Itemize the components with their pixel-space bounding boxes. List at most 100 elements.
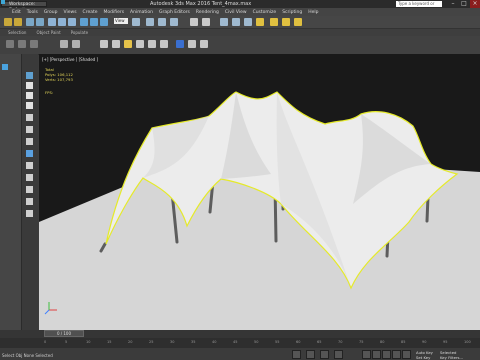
trackbar[interactable]	[0, 338, 480, 348]
menu-group[interactable]: Group	[44, 10, 58, 15]
scale-icon[interactable]	[100, 18, 108, 26]
go-to-end-icon[interactable]	[402, 350, 411, 359]
previous-frame-icon[interactable]	[372, 350, 381, 359]
go-to-start-icon[interactable]	[362, 350, 371, 359]
create-light-icon[interactable]	[72, 40, 80, 48]
fps-readout: FPS:	[45, 90, 54, 95]
link-icon[interactable]	[26, 18, 34, 26]
unlink-icon[interactable]	[36, 18, 44, 26]
menu-tools[interactable]: Tools	[27, 10, 38, 15]
menu-customize[interactable]: Customize	[253, 10, 277, 15]
snap-icon[interactable]	[146, 18, 154, 26]
spacewarp-icon[interactable]	[160, 40, 168, 48]
time-slider[interactable]: 0 / 100	[44, 330, 84, 337]
create-shape-icon[interactable]	[60, 40, 68, 48]
align-icon[interactable]	[202, 18, 210, 26]
window-title: Autodesk 3ds Max 2016 Tent_4max.max	[150, 1, 252, 7]
strip-icon-3[interactable]	[26, 92, 33, 99]
helper-icon[interactable]	[148, 40, 156, 48]
move-icon[interactable]	[80, 18, 88, 26]
strip-icon-11[interactable]	[26, 186, 33, 193]
key-filters-button[interactable]: Key Filters...	[440, 355, 463, 360]
menu-animation[interactable]: Animation	[130, 10, 153, 15]
lock-icon[interactable]	[292, 350, 301, 359]
tab-populate[interactable]: Populate	[71, 30, 88, 35]
coordinate-y-field[interactable]	[320, 350, 329, 359]
coordinate-x-field[interactable]	[306, 350, 315, 359]
select-object-icon[interactable]	[48, 18, 56, 26]
set-key-button[interactable]: Set Key	[416, 355, 430, 360]
close-icon[interactable]: ×	[470, 0, 480, 8]
timeline-tick-label: 10	[86, 340, 91, 344]
redo-icon[interactable]	[14, 18, 22, 26]
light-icon[interactable]	[124, 40, 132, 48]
layer-icon[interactable]	[220, 18, 228, 26]
view-icon[interactable]	[176, 40, 184, 48]
pivot-icon[interactable]	[132, 18, 140, 26]
percent-snap-icon[interactable]	[170, 18, 178, 26]
tab-selection[interactable]: Selection	[8, 30, 26, 35]
menu-edit[interactable]: Edit	[12, 10, 21, 15]
scene-statistics: Total Polys: 106,112 Verts: 107,793	[45, 67, 73, 82]
render-icon[interactable]	[294, 18, 302, 26]
strip-icon-7[interactable]	[26, 138, 33, 145]
teapot-icon[interactable]	[100, 40, 108, 48]
coordinate-z-field[interactable]	[334, 350, 343, 359]
strip-icon-5[interactable]	[26, 114, 33, 121]
sphere-icon[interactable]	[112, 40, 120, 48]
viewport-label[interactable]: [+] [Perspective ] [Shaded ]	[42, 57, 98, 62]
search-input[interactable]: Type a keyword or phrase	[396, 1, 442, 12]
tool-icon-3[interactable]	[30, 40, 38, 48]
strip-icon-9[interactable]	[26, 162, 33, 169]
angle-snap-icon[interactable]	[158, 18, 166, 26]
render-setup-icon[interactable]	[270, 18, 278, 26]
menu-rendering[interactable]: Rendering	[196, 10, 219, 15]
display-icon[interactable]	[188, 40, 196, 48]
viewport-scene	[39, 91, 480, 330]
timeline-tick-label: 15	[107, 340, 112, 344]
next-frame-icon[interactable]	[392, 350, 401, 359]
menu-graph-editors[interactable]: Graph Editors	[159, 10, 190, 15]
strip-icon-12[interactable]	[26, 198, 33, 205]
material-editor-icon[interactable]	[256, 18, 264, 26]
menu-scripting[interactable]: Scripting	[282, 10, 302, 15]
tool-icon-1[interactable]	[6, 40, 14, 48]
strip-icon-13[interactable]	[26, 210, 33, 217]
workspace-dropdown[interactable]: Workspace: Default	[1, 1, 47, 13]
schematic-icon[interactable]	[244, 18, 252, 26]
strip-icon-8[interactable]	[26, 150, 33, 157]
menu-create[interactable]: Create	[83, 10, 98, 15]
timeline-tick-label: 60	[296, 340, 301, 344]
timeline-tick-label: 5	[65, 340, 68, 344]
tab-object-paint[interactable]: Object Paint	[36, 30, 60, 35]
strip-icon-1[interactable]	[26, 72, 33, 79]
minimize-icon[interactable]: –	[448, 0, 458, 8]
verts-row: Verts: 107,793	[45, 77, 73, 82]
timeline-tick-label: 100	[464, 340, 471, 344]
undo-icon[interactable]	[4, 18, 12, 26]
tool-icon-2[interactable]	[18, 40, 26, 48]
perspective-viewport[interactable]: [+] [Perspective ] [Shaded ] Total Polys…	[39, 54, 480, 330]
play-icon[interactable]	[382, 350, 391, 359]
strip-icon-2[interactable]	[26, 82, 33, 89]
menu-civil-view[interactable]: Civil View	[225, 10, 247, 15]
strip-icon-4[interactable]	[26, 102, 33, 109]
selection-region-icon[interactable]	[68, 18, 76, 26]
reference-coordinate-dropdown[interactable]: View	[114, 18, 128, 24]
curve-editor-icon[interactable]	[232, 18, 240, 26]
mirror-icon[interactable]	[190, 18, 198, 26]
render-frame-icon[interactable]	[282, 18, 290, 26]
app-logo-icon[interactable]	[1, 0, 5, 4]
rotate-icon[interactable]	[90, 18, 98, 26]
menu-modifiers[interactable]: Modifiers	[104, 10, 125, 15]
utility-icon[interactable]	[200, 40, 208, 48]
strip-icon-6[interactable]	[26, 126, 33, 133]
camera-icon[interactable]	[136, 40, 144, 48]
maximize-icon[interactable]: □	[459, 0, 469, 8]
menu-bar: Edit Tools Group Views Create Modifiers …	[0, 8, 480, 16]
menu-help[interactable]: Help	[308, 10, 318, 15]
panel-icon[interactable]	[2, 64, 8, 70]
strip-icon-10[interactable]	[26, 174, 33, 181]
select-by-name-icon[interactable]	[58, 18, 66, 26]
menu-views[interactable]: Views	[64, 10, 77, 15]
